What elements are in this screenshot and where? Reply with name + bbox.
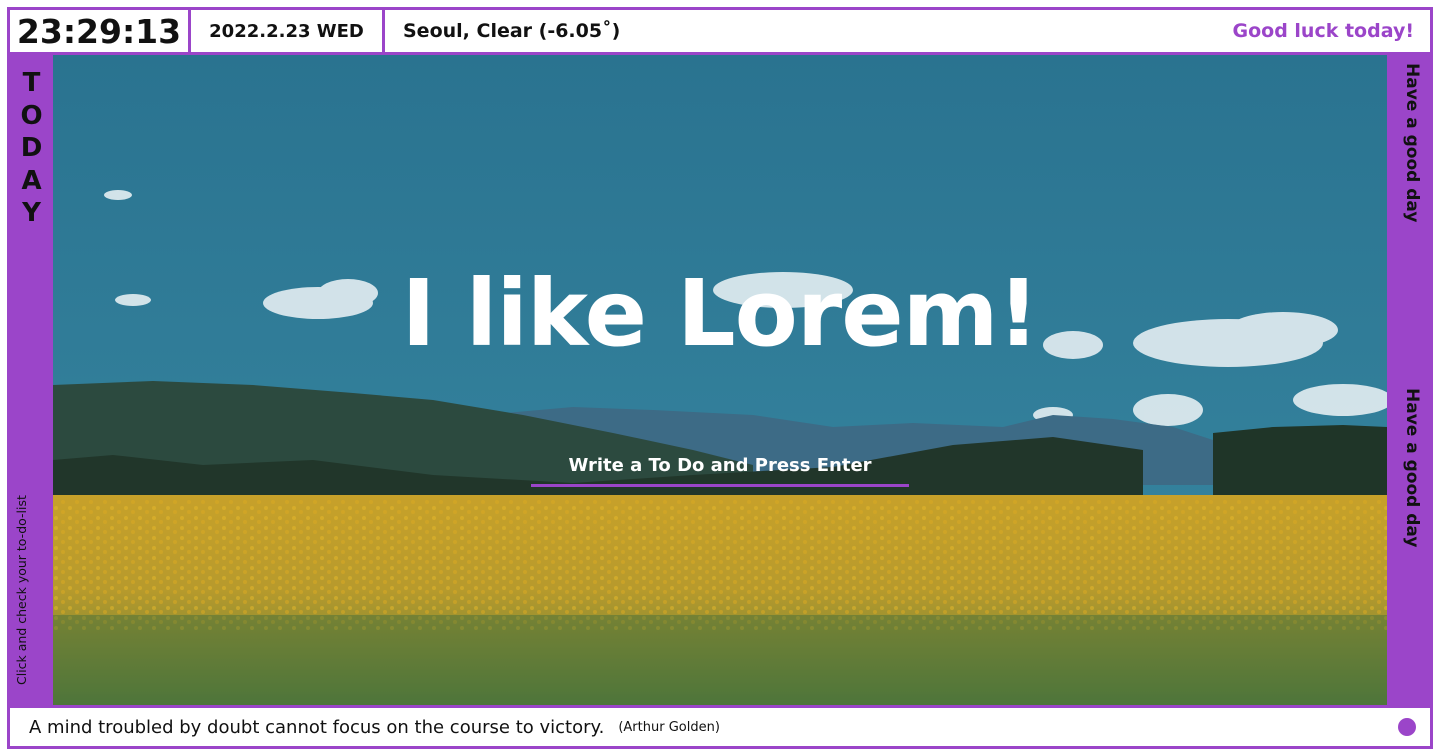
quote-text: A mind troubled by doubt cannot focus on… <box>29 716 605 738</box>
todo-input[interactable] <box>531 447 909 487</box>
weather-display: Seoul, Clear (-6.05˚) <box>403 20 621 42</box>
background-scene: I like Lorem! <box>53 55 1387 705</box>
good-day-message: Have a good day <box>1402 63 1422 223</box>
sunflower-field-illustration <box>53 55 1387 705</box>
today-letter: D <box>20 133 43 163</box>
purple-dot-icon <box>1398 718 1416 736</box>
clock: 23:29:13 <box>10 10 191 52</box>
today-letter: T <box>22 68 41 98</box>
today-letter: Y <box>22 198 41 228</box>
today-letter: O <box>20 100 43 131</box>
todo-list-hint[interactable]: Click and check your to-do-list <box>14 495 29 685</box>
left-sidebar[interactable]: T O D A Y Click and check your to-do-lis… <box>10 55 53 705</box>
right-sidebar: Have a good day Have a good day <box>1387 55 1430 705</box>
app-frame: 23:29:13 2022.2.23 WED Seoul, Clear (-6.… <box>7 7 1433 749</box>
good-day-message: Have a good day <box>1402 388 1422 548</box>
greeting-text: Good luck today! <box>1232 20 1415 42</box>
main-headline: I like Lorem! <box>401 260 1040 367</box>
today-label: T O D A Y <box>10 67 53 230</box>
top-bar: 23:29:13 2022.2.23 WED Seoul, Clear (-6.… <box>10 10 1430 55</box>
quote-bar: A mind troubled by doubt cannot focus on… <box>10 705 1430 746</box>
today-letter: A <box>21 165 42 196</box>
date-display: 2022.2.23 WED <box>191 10 385 52</box>
quote-author: (Arthur Golden) <box>618 719 720 735</box>
